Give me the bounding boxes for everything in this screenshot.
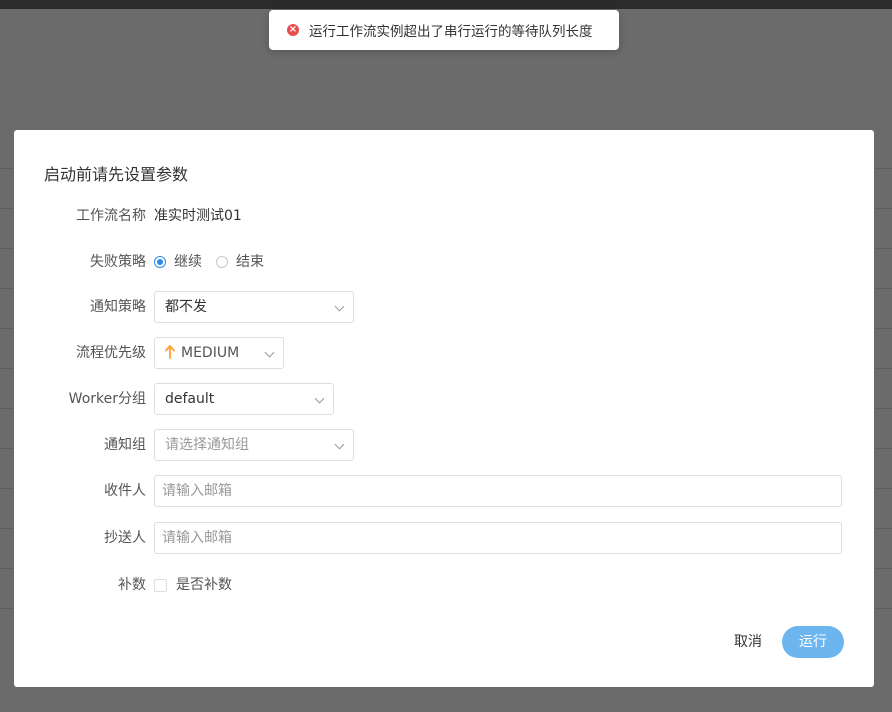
complement-checkbox-wrap[interactable]: 是否补数 bbox=[154, 569, 232, 601]
cancel-button[interactable]: 取消 bbox=[722, 626, 774, 658]
dialog-title: 启动前请先设置参数 bbox=[44, 165, 189, 184]
radio-continue-label: 继续 bbox=[174, 254, 202, 270]
failure-strategy-radio-group: 继续 结束 bbox=[154, 246, 278, 278]
failure-strategy-row: 失败策略 继续 结束 bbox=[14, 246, 874, 278]
chevron-down-icon bbox=[334, 301, 345, 312]
worker-group-label: Worker分组 bbox=[68, 391, 146, 407]
cc-input[interactable] bbox=[154, 522, 842, 554]
workflow-name-value: 准实时测试01 bbox=[154, 208, 242, 224]
notify-group-placeholder: 请选择通知组 bbox=[165, 437, 249, 453]
run-button[interactable]: 运行 bbox=[782, 626, 844, 658]
error-icon: × bbox=[287, 24, 299, 36]
complement-checkbox[interactable] bbox=[154, 578, 167, 592]
notify-strategy-select[interactable]: 都不发 bbox=[154, 291, 354, 323]
complement-row: 补数 是否补数 bbox=[14, 569, 874, 601]
recipients-label: 收件人 bbox=[104, 483, 146, 499]
recipients-input[interactable] bbox=[154, 475, 842, 507]
complement-checkbox-label: 是否补数 bbox=[176, 577, 232, 593]
toast-message: 运行工作流实例超出了串行运行的等待队列长度 bbox=[309, 24, 593, 40]
worker-group-value: default bbox=[165, 391, 215, 407]
process-priority-select[interactable]: MEDIUM bbox=[154, 337, 284, 369]
radio-end[interactable]: 结束 bbox=[216, 246, 264, 278]
chevron-down-icon bbox=[264, 347, 275, 358]
notify-strategy-label: 通知策略 bbox=[90, 299, 146, 315]
radio-continue-circle[interactable] bbox=[154, 256, 166, 268]
notify-group-select[interactable]: 请选择通知组 bbox=[154, 429, 354, 461]
process-priority-label: 流程优先级 bbox=[76, 345, 146, 361]
notify-strategy-row: 通知策略 都不发 bbox=[14, 291, 874, 323]
workflow-name-value-wrap: 准实时测试01 bbox=[154, 200, 242, 232]
start-params-dialog: 启动前请先设置参数 工作流名称 准实时测试01 失败策略 继续 结束 通知策略 … bbox=[14, 130, 874, 687]
radio-continue[interactable]: 继续 bbox=[154, 246, 202, 278]
process-priority-value: MEDIUM bbox=[181, 345, 240, 361]
error-toast: × 运行工作流实例超出了串行运行的等待队列长度 bbox=[269, 10, 619, 50]
chevron-down-icon bbox=[314, 393, 325, 404]
notify-strategy-value: 都不发 bbox=[165, 299, 207, 315]
arrow-up-icon bbox=[165, 345, 175, 359]
complement-label: 补数 bbox=[118, 577, 146, 593]
cc-row: 抄送人 bbox=[14, 522, 874, 554]
workflow-name-label: 工作流名称 bbox=[76, 208, 146, 224]
radio-end-circle[interactable] bbox=[216, 256, 228, 268]
notify-group-label: 通知组 bbox=[104, 437, 146, 453]
worker-group-row: Worker分组 default bbox=[14, 383, 874, 415]
failure-strategy-label: 失败策略 bbox=[90, 254, 146, 270]
recipients-row: 收件人 bbox=[14, 475, 874, 507]
radio-end-label: 结束 bbox=[236, 254, 264, 270]
workflow-name-row: 工作流名称 准实时测试01 bbox=[14, 200, 874, 232]
notify-group-row: 通知组 请选择通知组 bbox=[14, 429, 874, 461]
worker-group-select[interactable]: default bbox=[154, 383, 334, 415]
chevron-down-icon bbox=[334, 439, 345, 450]
cc-label: 抄送人 bbox=[104, 530, 146, 546]
process-priority-row: 流程优先级 MEDIUM bbox=[14, 337, 874, 369]
